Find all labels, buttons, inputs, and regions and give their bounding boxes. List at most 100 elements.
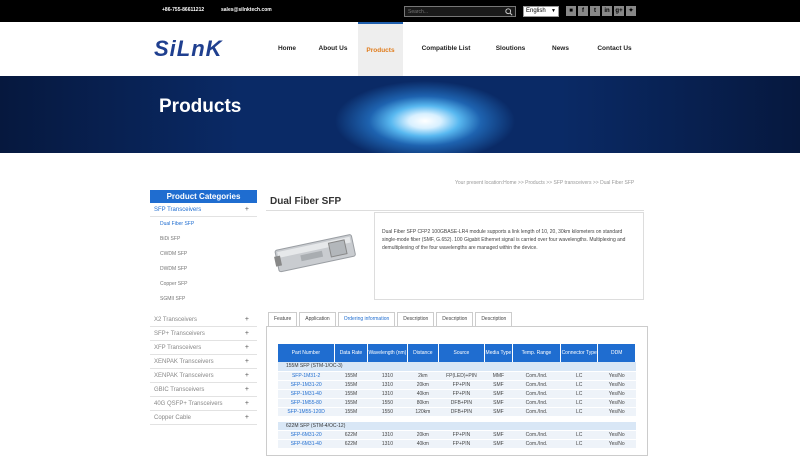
twitter-icon[interactable]: t <box>590 6 600 16</box>
table-cell: LC <box>560 407 598 417</box>
table-cell: FP+PIN <box>438 380 485 390</box>
table-cell: LC <box>560 398 598 408</box>
part-number-link[interactable]: SFP-1M31-2 <box>278 371 335 381</box>
facebook-icon[interactable]: f <box>578 6 588 16</box>
sidebar-subitem-dwdm-sfp[interactable]: DWDM SFP <box>150 262 257 277</box>
table-row: SFP-6M31-20 622M 1310 20km FP+PIN SMF Com./Ind… <box>278 430 636 440</box>
table-cell: Yes/No <box>597 407 636 417</box>
table-cell: 155M <box>334 371 368 381</box>
expand-icon[interactable]: + <box>245 355 249 369</box>
table-cell: LC <box>560 389 598 399</box>
banner-glow <box>0 76 800 153</box>
part-number-link[interactable]: SFP-6M31-40 <box>278 439 335 449</box>
product-tabs: Feature Application Ordering information… <box>268 312 513 326</box>
part-number-link[interactable]: SFP-1M31-40 <box>278 389 335 399</box>
expand-icon[interactable]: + <box>245 397 249 411</box>
sidebar-subitem-dual-fiber-sfp[interactable]: Dual Fiber SFP <box>150 217 257 232</box>
part-number-link[interactable]: SFP-1M31-20 <box>278 380 335 390</box>
expand-icon[interactable]: + <box>245 369 249 383</box>
tab-description-2[interactable]: Description <box>436 312 474 326</box>
table-cell: LC <box>560 439 598 449</box>
expand-icon[interactable]: + <box>245 203 249 217</box>
search-input[interactable] <box>408 8 500 16</box>
linkedin-icon[interactable]: in <box>602 6 612 16</box>
nav-products[interactable]: Products <box>358 22 403 76</box>
sidebar-subitem-bidi-sfp[interactable]: BiDi SFP <box>150 232 257 247</box>
table-cell: Com./Ind. <box>512 439 561 449</box>
nav-about-us[interactable]: About Us <box>308 22 358 76</box>
site-logo[interactable]: SiLnK <box>154 36 223 62</box>
share-icon[interactable]: ✦ <box>626 6 636 16</box>
column-header: Source <box>438 344 485 362</box>
table-cell: 2km <box>407 371 439 381</box>
sidebar-subitem-cwdm-sfp[interactable]: CWDM SFP <box>150 247 257 262</box>
sidebar-subitem-copper-sfp[interactable]: Copper SFP <box>150 277 257 292</box>
column-header: Distance <box>407 344 439 362</box>
sidebar-item-copper-cable[interactable]: Copper Cable + <box>150 411 257 425</box>
chevron-down-icon: ▼ <box>551 8 556 14</box>
category-sidebar: Product Categories SFP Transceivers + Dua… <box>150 190 257 425</box>
title-divider <box>266 210 644 211</box>
column-header: DDM <box>597 344 636 362</box>
sidebar-subitem-sgmii-sfp[interactable]: SGMII SFP <box>150 292 257 307</box>
table-cell: SMF <box>484 439 513 449</box>
page-title: Dual Fiber SFP <box>270 196 342 207</box>
nav-solutions[interactable]: Sloutions <box>489 22 532 76</box>
table-cell: SMF <box>484 398 513 408</box>
expand-icon[interactable]: + <box>245 341 249 355</box>
tab-description-3[interactable]: Description <box>475 312 513 326</box>
table-cell: 155M <box>334 380 368 390</box>
nav-home[interactable]: Home <box>266 22 308 76</box>
part-number-link[interactable]: SFP-6M31-20 <box>278 430 335 440</box>
sidebar-heading: Product Categories <box>150 190 257 203</box>
table-cell: Yes/No <box>597 389 636 399</box>
phone-number: +86-755-86611212 <box>162 7 205 13</box>
tab-ordering-information[interactable]: Ordering information <box>337 312 396 326</box>
google-plus-icon[interactable]: g+ <box>614 6 624 16</box>
table-row: SFP-6M31-40 622M 1310 40km FP+PIN SMF Com./Ind… <box>278 439 636 449</box>
table-cell: Com./Ind. <box>512 407 561 417</box>
expand-icon[interactable]: + <box>245 327 249 341</box>
group-row: 622M SFP (STM-4/OC-12) <box>278 421 636 431</box>
banner-title: Products <box>159 96 242 117</box>
tab-application[interactable]: Application <box>299 312 336 326</box>
sidebar-item-x2[interactable]: X2 Transceivers + <box>150 313 257 327</box>
square-icon[interactable]: ■ <box>566 6 576 16</box>
sidebar-item-xenpak-1[interactable]: XENPAK Transceivers + <box>150 355 257 369</box>
expand-icon[interactable]: + <box>245 383 249 397</box>
table-cell: Yes/No <box>597 430 636 440</box>
tab-feature[interactable]: Feature <box>268 312 298 326</box>
part-number-link[interactable]: SFP-1M55-80 <box>278 398 335 408</box>
language-value: English <box>526 8 546 14</box>
email-link[interactable]: sales@silnktech.com <box>221 7 272 13</box>
table-cell: Yes/No <box>597 371 636 381</box>
table-cell: Com./Ind. <box>512 371 561 381</box>
column-header: Data Rate <box>334 344 369 362</box>
table-cell: Yes/No <box>597 398 636 408</box>
table-cell: LC <box>560 371 598 381</box>
top-bar: +86-755-86611212 sales@silnktech.com Eng… <box>0 0 800 22</box>
table-cell: 80km <box>407 398 439 408</box>
table-cell: LC <box>560 380 598 390</box>
nav-news[interactable]: News <box>532 22 589 76</box>
table-row: SFP-1M31-40 155M 1310 40km FP+PIN SMF Com./Ind… <box>278 389 636 399</box>
search-icon[interactable] <box>505 8 513 16</box>
expand-icon[interactable]: + <box>245 313 249 327</box>
column-header: Wavelength (nm) <box>367 344 408 362</box>
sidebar-item-gbic[interactable]: GBIC Transceivers + <box>150 383 257 397</box>
sidebar-item-sfp-plus[interactable]: SFP+ Transceivers + <box>150 327 257 341</box>
sidebar-item-xfp[interactable]: XFP Transceivers + <box>150 341 257 355</box>
sidebar-item-xenpak-2[interactable]: XENPAK Transceivers + <box>150 369 257 383</box>
part-number-link[interactable]: SFP-1M55-120D <box>278 407 335 417</box>
table-cell: MMF <box>484 371 513 381</box>
nav-contact-us[interactable]: Contact Us <box>589 22 640 76</box>
language-select[interactable]: English ▼ <box>523 6 559 17</box>
table-cell: DFB+PIN <box>438 398 485 408</box>
product-image <box>274 234 356 273</box>
expand-icon[interactable]: + <box>245 411 249 425</box>
table-cell: 1310 <box>367 439 408 449</box>
sidebar-item-sfp-transceivers[interactable]: SFP Transceivers + <box>150 203 257 217</box>
nav-compatible-list[interactable]: Compatible List <box>403 22 489 76</box>
sidebar-item-40g-qsfp[interactable]: 40G QSFP+ Transceivers + <box>150 397 257 411</box>
tab-description-1[interactable]: Description <box>397 312 435 326</box>
